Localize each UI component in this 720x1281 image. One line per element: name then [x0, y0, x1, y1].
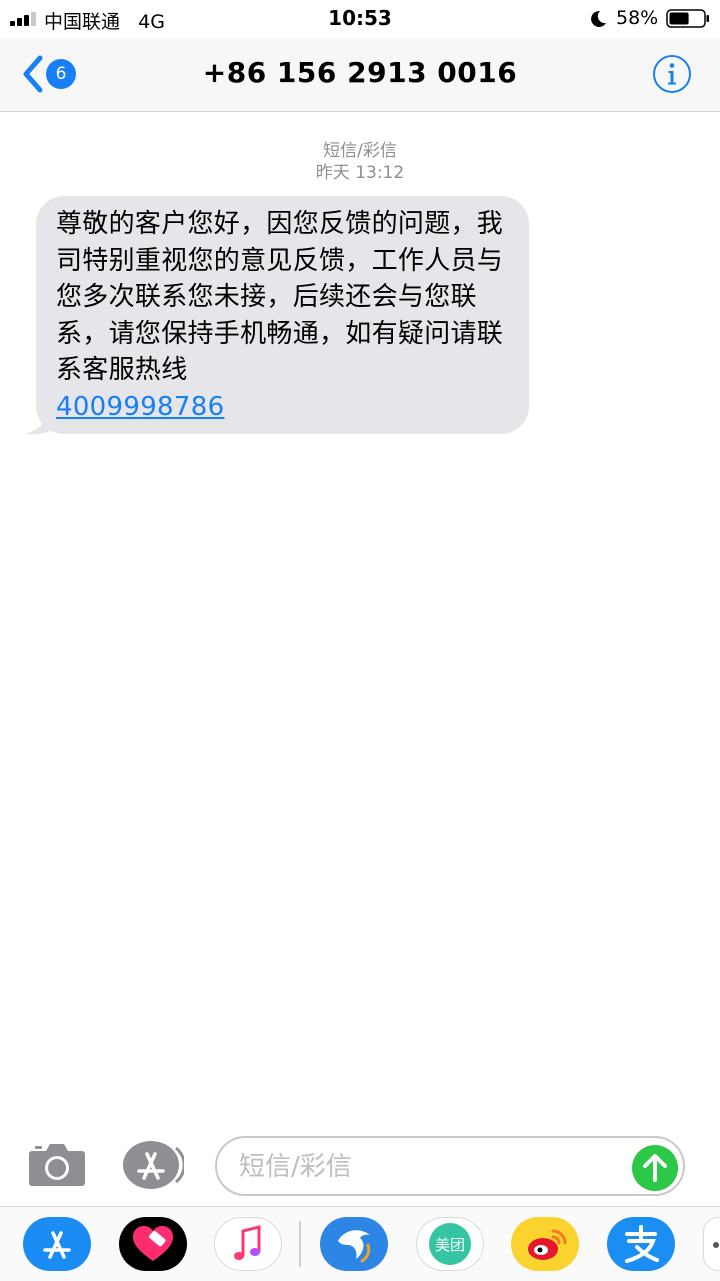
heart-app-icon[interactable]	[119, 1217, 187, 1271]
message-text: 尊敬的客户您好，因您反馈的问题，我司特别重视您的意见反馈，工作人员与您多次联系您…	[56, 206, 511, 426]
dolphin-glyph	[338, 1230, 371, 1263]
incoming-message[interactable]: 尊敬的客户您好，因您反馈的问题，我司特别重视您的意见反馈，工作人员与您多次联系您…	[24, 196, 529, 436]
app-store-icon[interactable]	[122, 1140, 184, 1190]
app-store-glyph	[43, 1231, 71, 1259]
clock: 10:53	[328, 6, 392, 30]
heart-glyph	[133, 1226, 173, 1261]
message-timestamp: 昨天 13:12	[315, 163, 405, 183]
contact-title[interactable]: +86 156 2913 0016	[0, 56, 720, 89]
alipay-glyph	[625, 1225, 659, 1263]
more-apps-icon[interactable]	[703, 1217, 720, 1271]
weibo-glyph	[528, 1229, 567, 1260]
music-note-glyph	[234, 1225, 261, 1260]
hotline-link[interactable]: 4009998786	[56, 392, 224, 422]
drawer-divider	[299, 1221, 301, 1267]
weibo-icon[interactable]	[511, 1217, 579, 1271]
navigation-bar: 6 +86 156 2913 0016	[0, 38, 720, 112]
battery-percentage: 58%	[616, 7, 659, 29]
more-glyph	[713, 1242, 719, 1248]
message-input-container[interactable]	[215, 1136, 685, 1196]
camera-icon[interactable]	[28, 1141, 86, 1187]
ctrip-icon[interactable]	[320, 1217, 388, 1271]
info-icon[interactable]	[652, 54, 692, 94]
message-bubble[interactable]: 尊敬的客户您好，因您反馈的问题，我司特别重视您的意见反馈，工作人员与您多次联系您…	[36, 196, 529, 434]
music-icon[interactable]	[214, 1217, 282, 1271]
alipay-icon[interactable]	[607, 1217, 675, 1271]
send-button[interactable]	[632, 1145, 678, 1191]
do-not-disturb-icon	[591, 10, 606, 27]
meituan-icon[interactable]: 美团	[416, 1217, 484, 1271]
message-body: 尊敬的客户您好，因您反馈的问题，我司特别重视您的意见反馈，工作人员与您多次联系您…	[56, 209, 504, 386]
app-store-icon[interactable]	[23, 1217, 91, 1271]
message-input[interactable]	[237, 1146, 621, 1188]
send-arrow-icon	[643, 1154, 667, 1182]
battery-icon	[666, 9, 709, 28]
status-bar: 中国联通 4G 10:53 58%	[0, 0, 720, 38]
meituan-label: 美团	[434, 1236, 465, 1254]
app-drawer: 美团	[0, 1206, 720, 1281]
